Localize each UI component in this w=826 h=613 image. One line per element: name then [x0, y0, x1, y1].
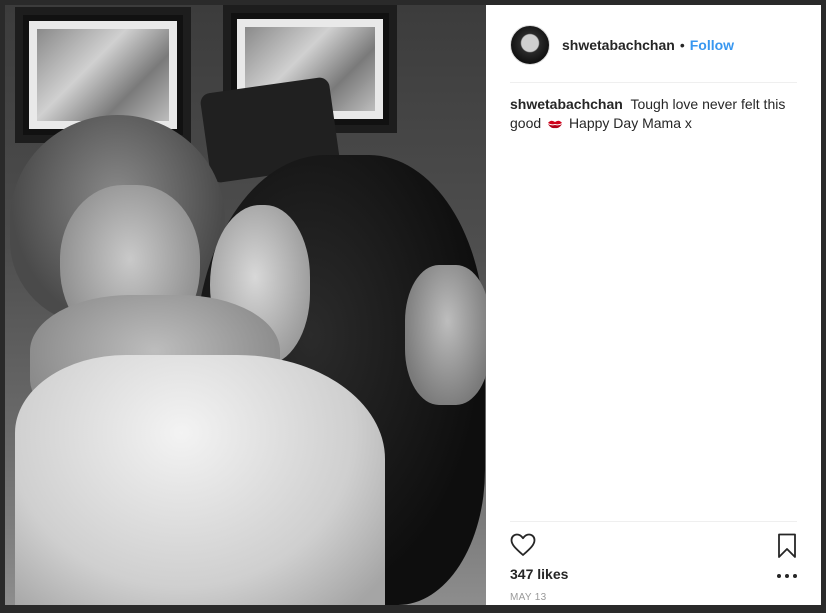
post-date[interactable]: MAY 13	[510, 592, 546, 603]
bookmark-icon[interactable]	[777, 533, 797, 559]
more-options-icon[interactable]	[777, 571, 797, 581]
post-side-panel: shwetabachchan • Follow shwetabachchan T…	[486, 5, 821, 605]
post-header: shwetabachchan • Follow	[510, 23, 797, 67]
heart-icon[interactable]	[510, 533, 536, 557]
post-photo[interactable]	[5, 5, 486, 605]
post-actions	[510, 533, 797, 561]
white-shirt	[15, 355, 385, 605]
username-link[interactable]: shwetabachchan	[562, 37, 675, 53]
caption-text-part-2: Happy Day Mama x	[568, 115, 692, 131]
header-divider	[510, 82, 797, 83]
follow-button[interactable]: Follow	[690, 37, 734, 53]
avatar[interactable]	[510, 25, 550, 65]
kiss-mark-icon	[548, 120, 563, 129]
caption-username-link[interactable]: shwetabachchan	[510, 96, 623, 112]
separator-dot: •	[679, 37, 685, 53]
likes-count[interactable]: 347 likes	[510, 566, 568, 582]
post-caption: shwetabachchan Tough love never felt thi…	[510, 95, 790, 133]
embracing-arm	[405, 265, 486, 405]
actions-divider	[510, 521, 797, 522]
